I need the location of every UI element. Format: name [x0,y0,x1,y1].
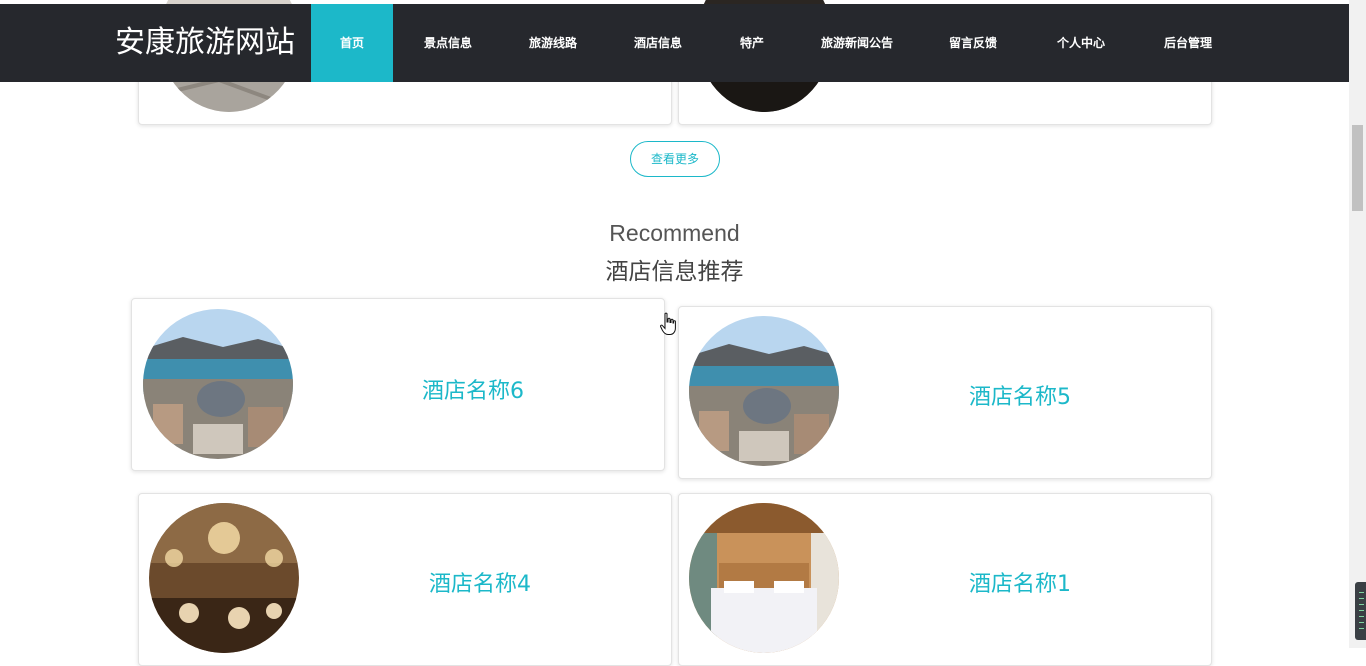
site-title[interactable]: 安康旅游网站 [115,4,295,82]
hotel-card[interactable]: 酒店名称6 [131,298,665,471]
hotel-image-resort [689,316,839,466]
nav-user-center[interactable]: 个人中心 [1042,4,1120,82]
hotel-name[interactable]: 酒店名称5 [969,379,1071,411]
nav-feedback[interactable]: 留言反馈 [935,4,1011,82]
hotel-card[interactable]: 酒店名称1 [678,493,1212,666]
hotel-name[interactable]: 酒店名称1 [969,566,1071,598]
nav-hotel-info[interactable]: 酒店信息 [618,4,698,82]
hotel-image-resort [143,309,293,459]
nav-admin[interactable]: 后台管理 [1148,4,1228,82]
scrollbar-thumb[interactable] [1352,125,1363,211]
nav-home[interactable]: 首页 [311,4,393,82]
hotel-image-bedroom [689,503,839,653]
hotel-card[interactable]: 酒店名称4 [138,493,672,666]
nav-scenic-info[interactable]: 景点信息 [408,4,488,82]
section-title-en: Recommend [609,220,740,246]
hotel-card[interactable]: 酒店名称5 [678,306,1212,479]
hotel-image-banquet [149,503,299,653]
top-navbar: 安康旅游网站 首页 景点信息 旅游线路 酒店信息 特产 旅游新闻公告 留言反馈 … [0,4,1349,82]
nav-news[interactable]: 旅游新闻公告 [812,4,902,82]
hand-cursor-icon [660,312,676,336]
view-more-button[interactable]: 查看更多 [630,141,720,177]
hotel-name[interactable]: 酒店名称6 [422,373,524,405]
section-title-cn: 酒店信息推荐 [605,259,744,285]
nav-specialties[interactable]: 特产 [722,4,782,82]
nav-travel-routes[interactable]: 旅游线路 [513,4,593,82]
vertical-scrollbar[interactable] [1349,0,1366,648]
hotel-name[interactable]: 酒店名称4 [429,566,531,598]
side-widget-icon[interactable] [1355,582,1366,640]
